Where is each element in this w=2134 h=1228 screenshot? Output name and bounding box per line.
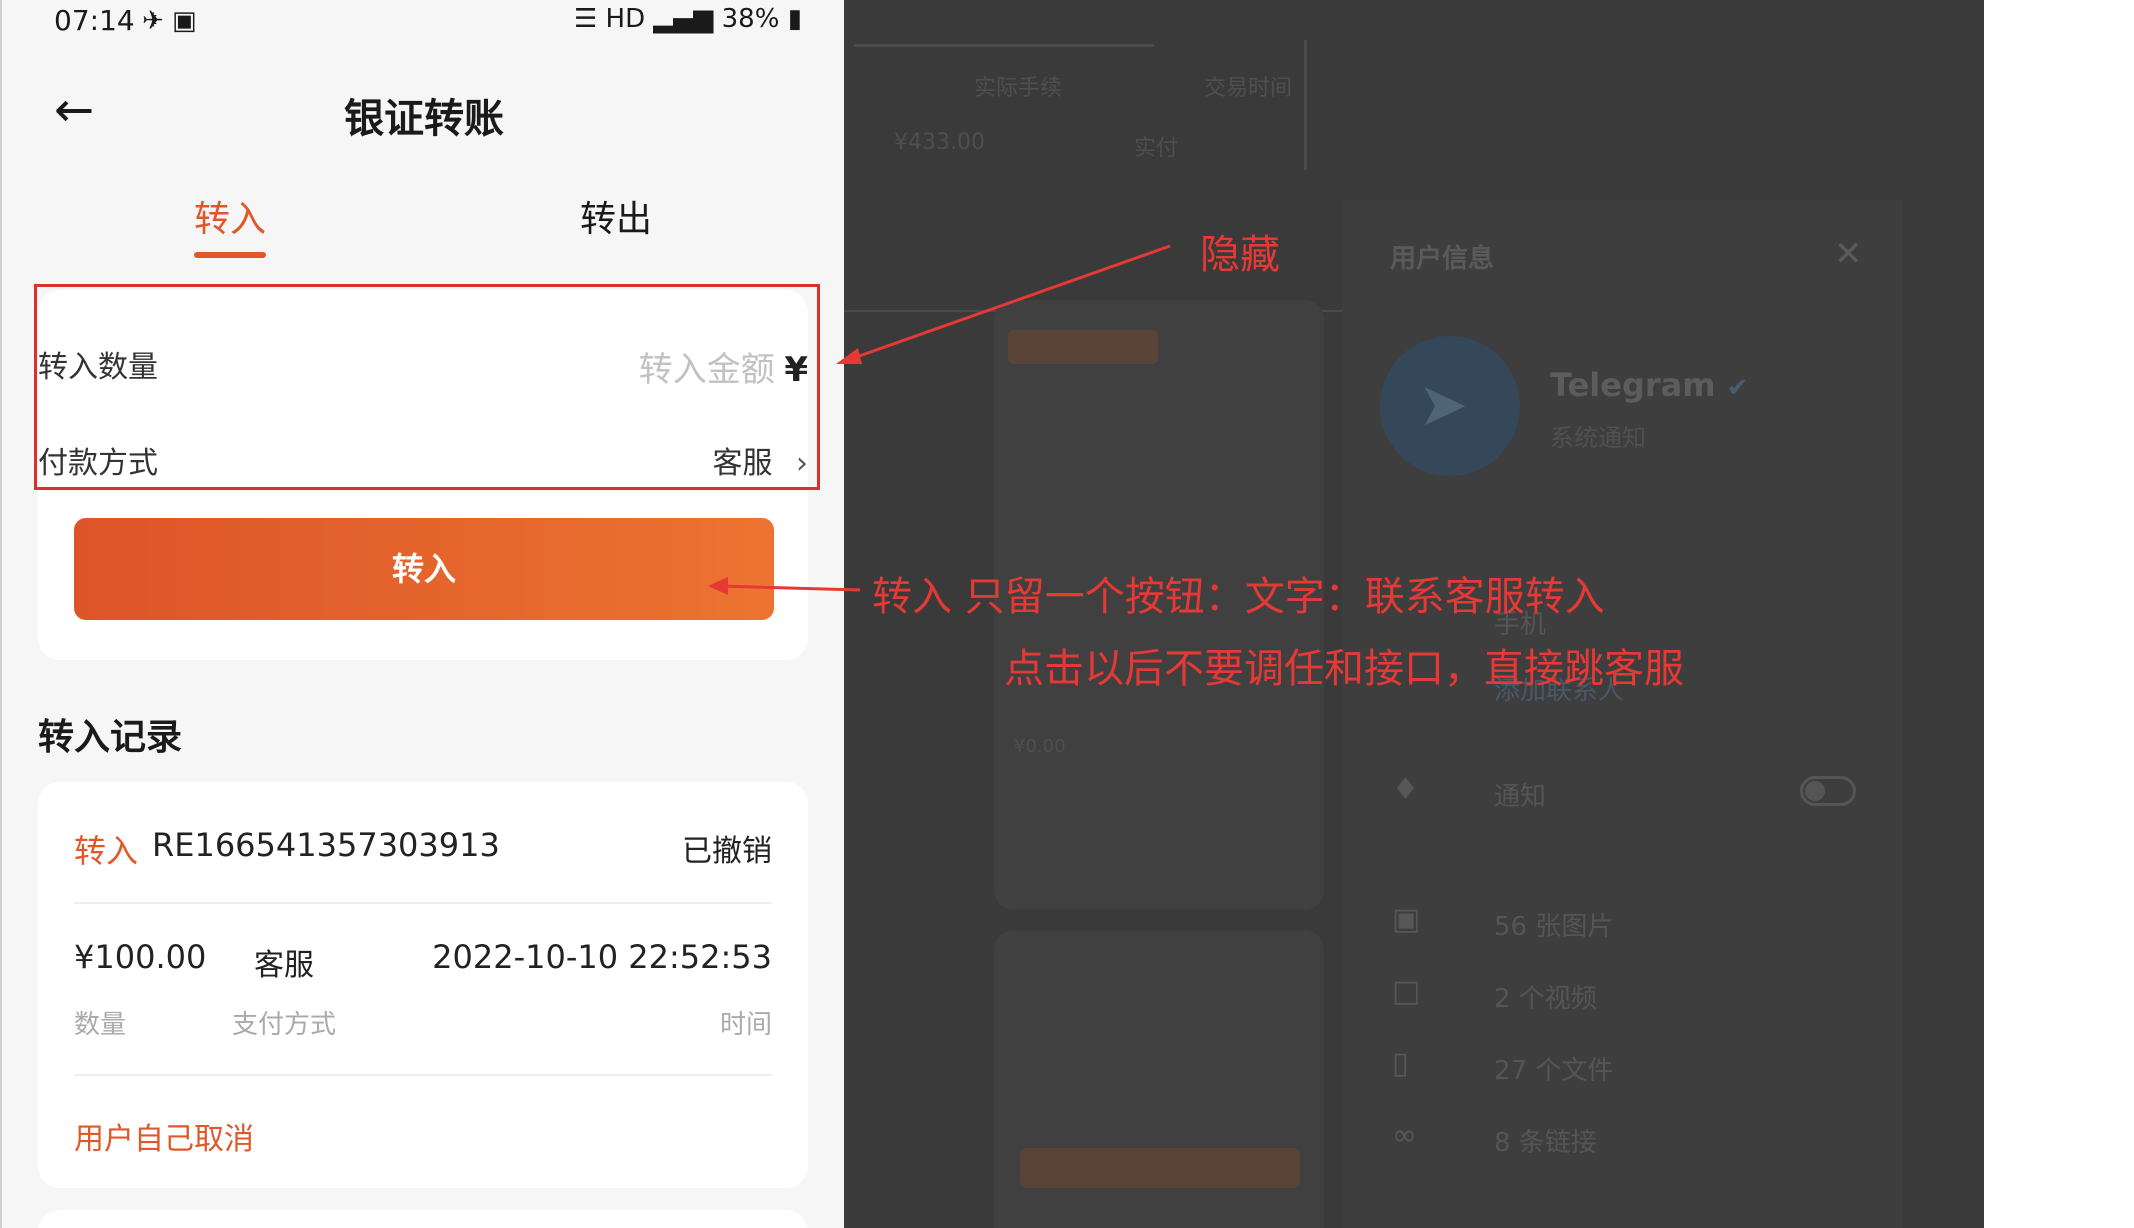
telegram-media-files[interactable]: 27 个文件 — [1494, 1050, 1613, 1087]
close-icon[interactable]: ✕ — [1834, 234, 1863, 274]
image-icon: ▣ — [1392, 902, 1421, 937]
record-divider — [74, 902, 772, 904]
ghost-pay-label: 实付 — [1134, 136, 1179, 161]
ghost-amount: ¥433.00 — [894, 130, 985, 155]
record-card[interactable]: 转入 RE166541357303913 已撤销 ¥100.00 客服 2022… — [38, 782, 808, 1188]
battery-level: 38% — [721, 4, 780, 34]
annotation-hide: 隐藏 — [1200, 232, 1280, 278]
bell-icon: ♦ — [1392, 772, 1419, 807]
battery-icon: ▮ — [787, 4, 802, 34]
link-icon: ∞ — [1392, 1118, 1417, 1153]
telegram-name: Telegram ✔ — [1550, 366, 1749, 404]
notifications-toggle[interactable] — [1800, 776, 1856, 806]
transfer-in-button[interactable]: 转入 — [74, 518, 774, 620]
mini-tab — [1008, 330, 1158, 364]
verified-icon: ✔ — [1726, 373, 1749, 403]
record-cancel-note: 用户自己取消 — [74, 1122, 254, 1157]
status-bar: 07:14 ✈ ▣ ☰ HD ▂▄▆ 38% ▮ — [2, 0, 844, 44]
telegram-avatar: ➤ — [1380, 336, 1520, 476]
signal-icon: ☰ HD ▂▄▆ — [573, 4, 714, 34]
mini-phone-screenshot — [994, 930, 1324, 1228]
telegram-notifications: 通知 — [1494, 782, 1547, 812]
record-type: 转入 — [74, 832, 139, 870]
video-icon: □ — [1392, 974, 1421, 1009]
mini-amount: ¥0.00 — [1014, 736, 1066, 757]
record-divider — [74, 1074, 772, 1076]
tab-transfer-in[interactable]: 转入 — [194, 190, 266, 242]
record-method: 客服 — [254, 948, 314, 983]
file-icon: ▯ — [1392, 1046, 1409, 1081]
tab-transfer-out[interactable]: 转出 — [580, 190, 652, 242]
mini-button — [1020, 1148, 1300, 1188]
annotation-click-note: 点击以后不要调任和接口，直接跳客服 — [1004, 646, 1684, 692]
annotation-button-note: 转入 只留一个按钮：文字：联系客服转入 — [872, 574, 1605, 620]
nav-bar: ← 银证转账 — [2, 60, 844, 160]
record-time: 2022-10-10 22:52:53 — [432, 938, 772, 976]
ghost-fee-label: 实际手续 — [974, 76, 1063, 101]
status-notification-icons: ✈ ▣ — [142, 6, 197, 36]
transfer-tabs: 转入 转出 — [2, 180, 844, 260]
ghost-divider — [1304, 40, 1307, 170]
record-card[interactable] — [38, 1210, 808, 1228]
ghost-time-label: 交易时间 — [1204, 76, 1293, 101]
record-status: 已撤销 — [682, 834, 772, 869]
telegram-logo-icon: ➤ — [1418, 370, 1469, 440]
telegram-subtitle: 系统通知 — [1550, 424, 1646, 452]
record-amount: ¥100.00 — [74, 938, 207, 976]
record-time-label: 时间 — [719, 1010, 772, 1040]
telegram-name-text: Telegram — [1550, 366, 1716, 404]
telegram-panel-title: 用户信息 — [1390, 244, 1495, 274]
telegram-media-videos[interactable]: 2 个视频 — [1494, 978, 1597, 1015]
ghost-divider — [854, 44, 1154, 47]
annotation-highlight-box — [34, 284, 820, 490]
active-tab-indicator — [194, 252, 266, 258]
telegram-media-links[interactable]: 8 条链接 — [1494, 1122, 1597, 1159]
page-title: 银证转账 — [344, 96, 504, 142]
record-method-label: 支付方式 — [232, 1010, 337, 1040]
status-time: 07:14 — [54, 4, 135, 37]
record-amount-label: 数量 — [74, 1010, 127, 1040]
phone-screen: 07:14 ✈ ▣ ☰ HD ▂▄▆ 38% ▮ ← 银证转账 转入 转出 转入… — [0, 0, 844, 1228]
record-id: RE166541357303913 — [152, 826, 500, 864]
status-system-icons: ☰ HD ▂▄▆ 38% ▮ — [574, 4, 802, 34]
page-margin — [1984, 0, 2134, 1228]
records-section-title: 转入记录 — [38, 717, 183, 758]
telegram-media-photos[interactable]: 56 张图片 — [1494, 906, 1613, 943]
